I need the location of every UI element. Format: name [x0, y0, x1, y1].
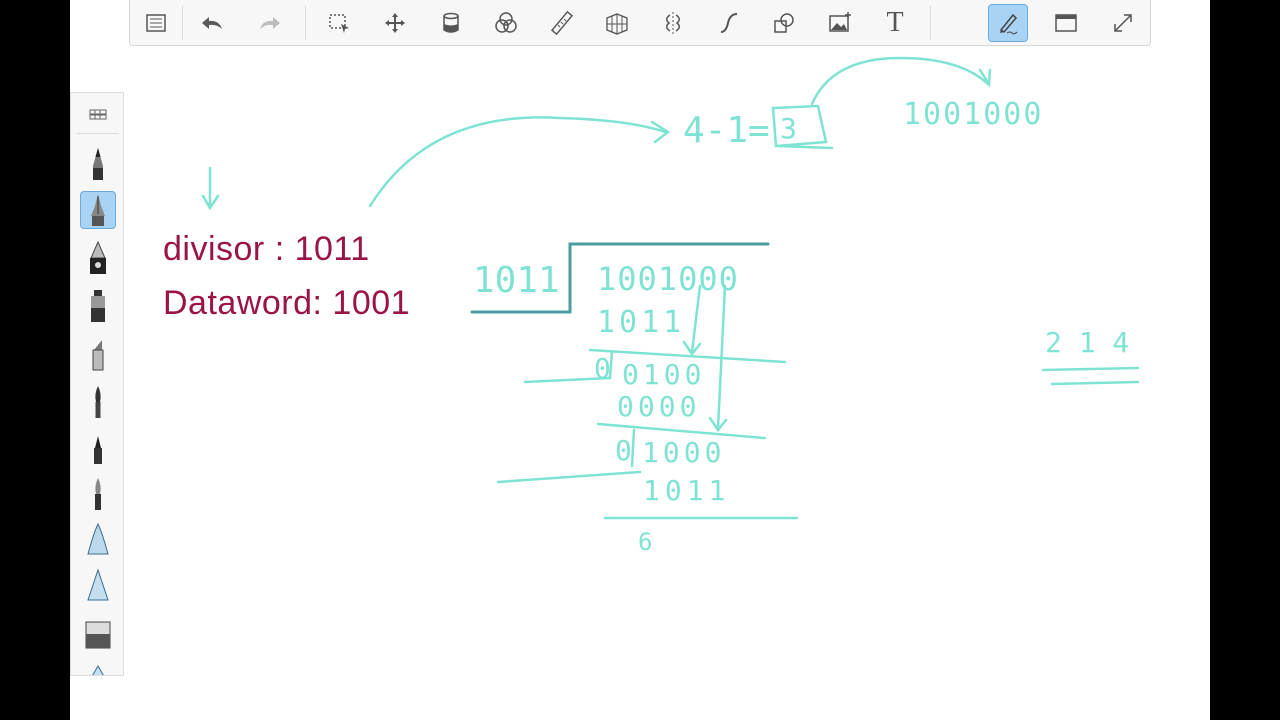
brush-tool-icon[interactable]	[988, 4, 1028, 42]
paintbrush-brush-icon[interactable]	[80, 475, 116, 513]
curve-icon[interactable]	[709, 4, 749, 42]
divisor-text: divisor : 1011	[163, 230, 370, 268]
text-tool-glyph: T	[886, 7, 904, 38]
list-icon[interactable]	[136, 4, 176, 42]
color-wheel-icon[interactable]	[486, 4, 526, 42]
insert-image-icon[interactable]	[820, 4, 860, 42]
window-icon[interactable]	[1046, 4, 1086, 42]
brush-library-panel	[70, 92, 124, 676]
top-toolbar: T	[129, 0, 1151, 46]
soft-cone-icon[interactable]	[80, 567, 116, 605]
ballpoint-brush-icon[interactable]	[80, 191, 116, 229]
undo-arrow-icon[interactable]	[192, 4, 232, 42]
dataword-text: Dataword: 1001	[163, 284, 411, 322]
fine-pen-brush-icon[interactable]	[80, 429, 116, 467]
text-tool-icon[interactable]: T	[875, 4, 915, 42]
extra-cone-icon[interactable]	[80, 661, 116, 675]
move-icon[interactable]	[375, 4, 415, 42]
symmetry-icon[interactable]	[653, 4, 693, 42]
redo-arrow-icon[interactable]	[250, 4, 290, 42]
drawing-canvas[interactable]	[70, 0, 1210, 720]
marker-brush-icon[interactable]	[80, 287, 116, 325]
airbrush-cone-icon[interactable]	[80, 521, 116, 559]
brush-icon[interactable]	[80, 383, 116, 421]
paint-bucket-icon[interactable]	[431, 4, 471, 42]
chisel-marker-brush-icon[interactable]	[80, 335, 116, 373]
eraser-brush-icon[interactable]	[80, 615, 116, 653]
shapes-icon[interactable]	[764, 4, 804, 42]
fountain-pen-brush-icon[interactable]	[80, 239, 116, 277]
brush-panel-grid-icon[interactable]	[80, 97, 116, 131]
fullscreen-icon[interactable]	[1103, 4, 1143, 42]
selection-tool-icon[interactable]	[319, 4, 359, 42]
pencil-brush-icon[interactable]	[80, 145, 116, 183]
ruler-icon[interactable]	[542, 4, 582, 42]
perspective-grid-icon[interactable]	[597, 4, 637, 42]
